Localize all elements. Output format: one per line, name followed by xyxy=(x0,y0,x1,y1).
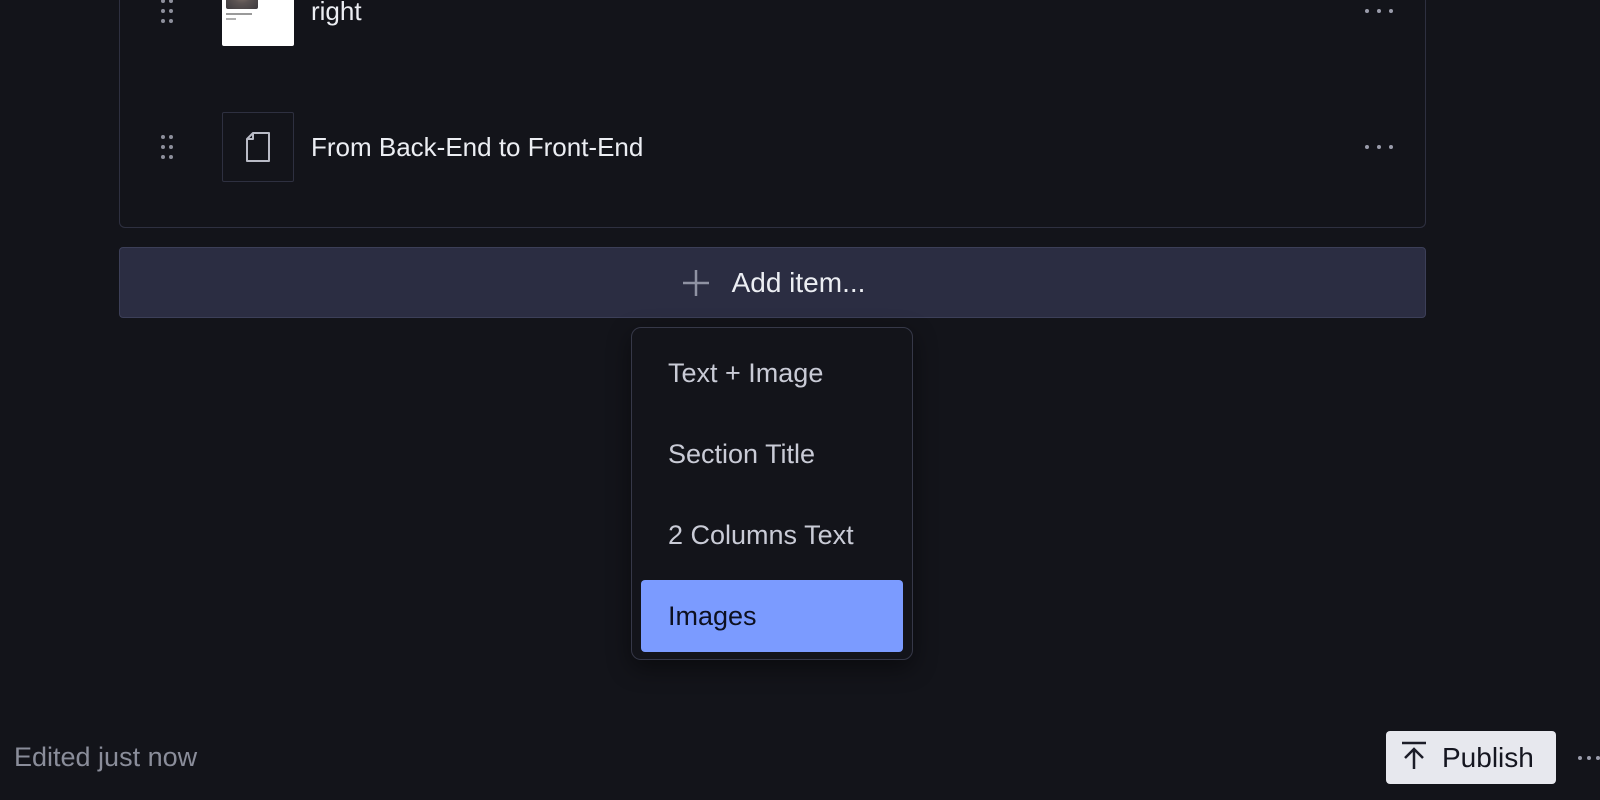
edit-status-text: Edited just now xyxy=(14,742,198,772)
menu-item-section-title[interactable]: Section Title xyxy=(641,418,903,490)
editor-stage: right From Back-End to Front-End Add ite… xyxy=(0,0,1600,800)
list-item-title: From Back-End to Front-End xyxy=(311,131,644,162)
publish-button[interactable]: Publish xyxy=(1386,731,1556,784)
publish-icon xyxy=(1400,740,1428,775)
list-item[interactable]: From Back-End to Front-End xyxy=(120,112,1425,182)
document-actions-more-icon[interactable] xyxy=(1578,754,1600,762)
list-item[interactable]: right xyxy=(120,0,1425,46)
drag-handle-icon[interactable] xyxy=(157,132,177,162)
array-items-list: right From Back-End to Front-End xyxy=(119,0,1426,228)
drag-handle-icon[interactable] xyxy=(157,0,177,26)
add-item-label: Add item... xyxy=(731,266,866,298)
publish-label: Publish xyxy=(1442,741,1534,773)
plus-icon xyxy=(680,267,712,299)
document-icon xyxy=(222,112,294,182)
list-item-title: right xyxy=(311,0,362,26)
more-options-icon[interactable] xyxy=(1363,0,1395,23)
add-item-button[interactable]: Add item... xyxy=(119,247,1426,318)
photo-thumbnail xyxy=(222,0,294,46)
more-options-icon[interactable] xyxy=(1363,135,1395,159)
add-item-menu: Text + Image Section Title 2 Columns Tex… xyxy=(631,327,913,660)
menu-item-images[interactable]: Images xyxy=(641,580,903,652)
menu-item-two-columns-text[interactable]: 2 Columns Text xyxy=(641,499,903,571)
menu-item-text-image[interactable]: Text + Image xyxy=(641,337,903,409)
